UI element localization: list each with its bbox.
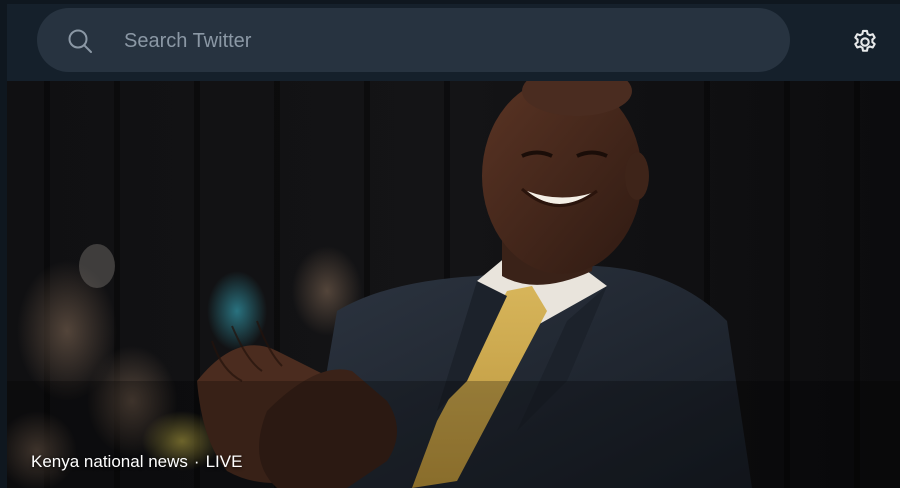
hero-separator: · (193, 452, 200, 471)
search-box[interactable] (37, 8, 790, 74)
settings-button[interactable] (847, 24, 883, 60)
hero-image (7, 81, 900, 488)
hero-caption: Kenya national news · LIVE (31, 452, 242, 472)
gear-icon (854, 29, 876, 52)
hero-live-status: LIVE (205, 452, 243, 471)
search-input[interactable] (122, 8, 726, 74)
search-icon (68, 29, 92, 53)
search-header (7, 4, 900, 81)
window-left-edge (0, 0, 7, 488)
trending-hero-card[interactable]: Kenya national news · LIVE (7, 81, 900, 488)
hero-topic: Kenya national news (31, 452, 188, 471)
